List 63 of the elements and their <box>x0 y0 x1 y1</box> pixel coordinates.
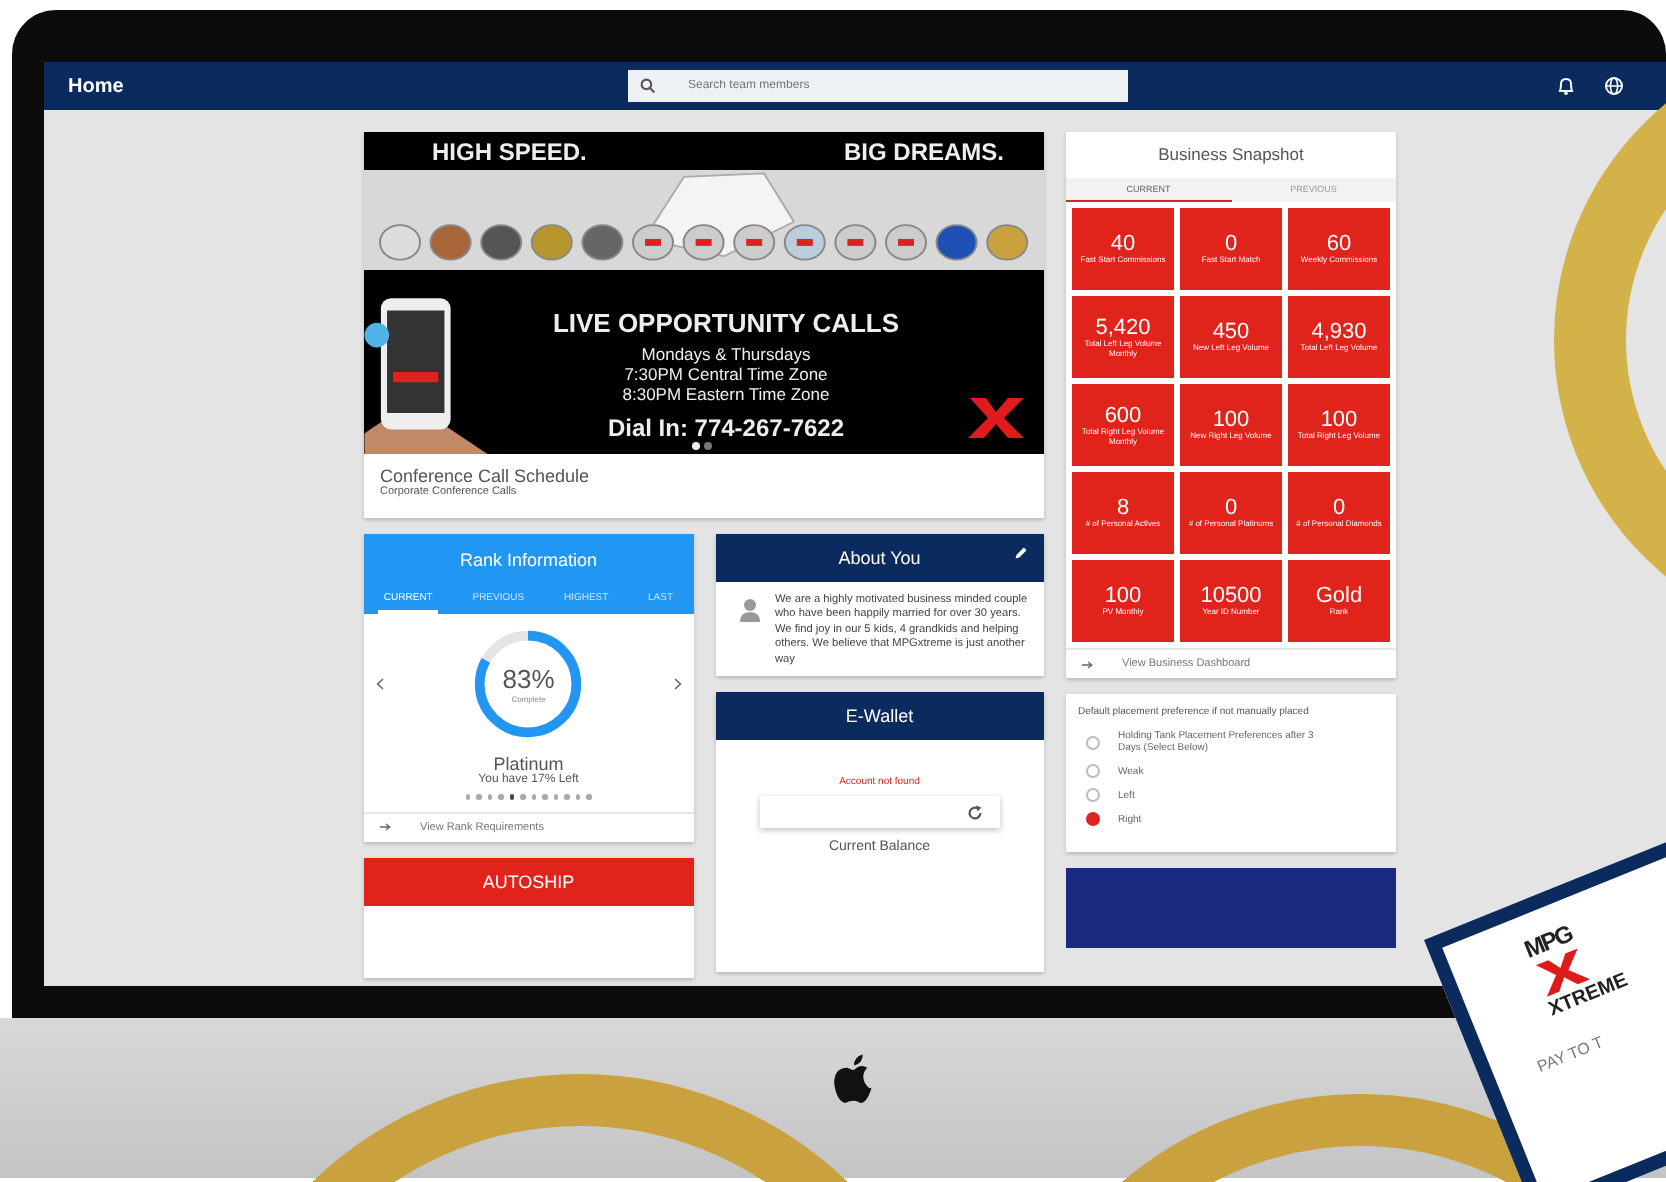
page-dot[interactable] <box>542 794 548 799</box>
schedule-line: Mondays & Thursdays <box>641 344 811 364</box>
card-title: AUTOSHIP <box>482 871 575 891</box>
schedule-line: 7:30PM Central Time Zone <box>624 364 828 384</box>
banner-title: LIVE OPPORTUNITY CALLS <box>552 308 900 338</box>
page-dot[interactable] <box>564 794 570 799</box>
dial-in-number: Dial In: 774-267-7622 <box>607 414 845 442</box>
radio-button[interactable] <box>1086 812 1100 826</box>
carousel-dot[interactable] <box>692 442 700 450</box>
stat-value: 40 <box>1110 232 1136 257</box>
radio-button[interactable] <box>1086 788 1100 802</box>
card-title: Rank Information <box>459 550 598 570</box>
stat-value: 0 <box>1224 232 1238 257</box>
page-dot[interactable] <box>465 794 471 799</box>
stat-value: 5,420 <box>1095 316 1151 340</box>
card-title: E-Wallet <box>845 706 914 727</box>
banner-headline: HIGH SPEED. <box>432 138 587 166</box>
stat-value: 8 <box>1116 496 1130 521</box>
card-title: About You <box>838 548 921 568</box>
stat-value: 450 <box>1212 320 1250 345</box>
apple-icon <box>831 1053 875 1107</box>
stat-value: 60 <box>1326 232 1352 257</box>
person-silhouette-icon <box>739 598 759 622</box>
x-logo-icon <box>964 394 1028 442</box>
card-title: Conference Call Schedule <box>380 466 592 486</box>
page-dot[interactable] <box>575 794 581 799</box>
stat-value: 100 <box>1320 408 1358 433</box>
stat-value: 100 <box>1212 408 1250 433</box>
stat-value: 100 <box>1104 584 1142 609</box>
page-dot[interactable] <box>586 794 592 799</box>
stat-value: 10500 <box>1200 584 1262 609</box>
banner-headline: BIG DREAMS. <box>843 138 1004 166</box>
card-text: PAY TO T <box>1534 1033 1606 1076</box>
globe-icon[interactable] <box>1604 76 1624 96</box>
page-dot[interactable] <box>509 794 515 799</box>
bell-icon[interactable] <box>1556 76 1576 96</box>
page-dot[interactable] <box>531 794 537 799</box>
page-dot[interactable] <box>487 794 493 799</box>
page-dot[interactable] <box>476 794 482 799</box>
stat-value: 4,930 <box>1311 320 1367 345</box>
stat-value: 0 <box>1332 496 1346 521</box>
chevron-left-icon[interactable] <box>376 678 384 690</box>
arrow-icon <box>1082 659 1094 669</box>
percent-value: 83% <box>502 664 555 694</box>
arrow-icon <box>380 822 392 832</box>
carousel-dot[interactable] <box>704 442 712 450</box>
rank-name: Platinum <box>493 754 564 774</box>
pencil-icon[interactable] <box>1014 546 1028 560</box>
search-icon <box>640 78 656 94</box>
radio-button[interactable] <box>1086 764 1100 778</box>
refresh-icon[interactable] <box>965 803 984 822</box>
chevron-right-icon[interactable] <box>673 678 681 690</box>
stat-value: Gold <box>1315 584 1363 609</box>
home-link[interactable]: Home <box>68 75 628 97</box>
stat-value: 600 <box>1104 404 1142 428</box>
page-dot[interactable] <box>498 794 504 799</box>
card-title: Business Snapshot <box>1156 142 1306 168</box>
schedule-line: 8:30PM Eastern Time Zone <box>622 384 830 404</box>
page-dot[interactable] <box>553 794 559 799</box>
page-dot[interactable] <box>520 794 526 799</box>
radio-button[interactable] <box>1086 735 1100 749</box>
logo-text: MPG <box>1520 919 1576 964</box>
stat-value: 0 <box>1224 496 1238 521</box>
